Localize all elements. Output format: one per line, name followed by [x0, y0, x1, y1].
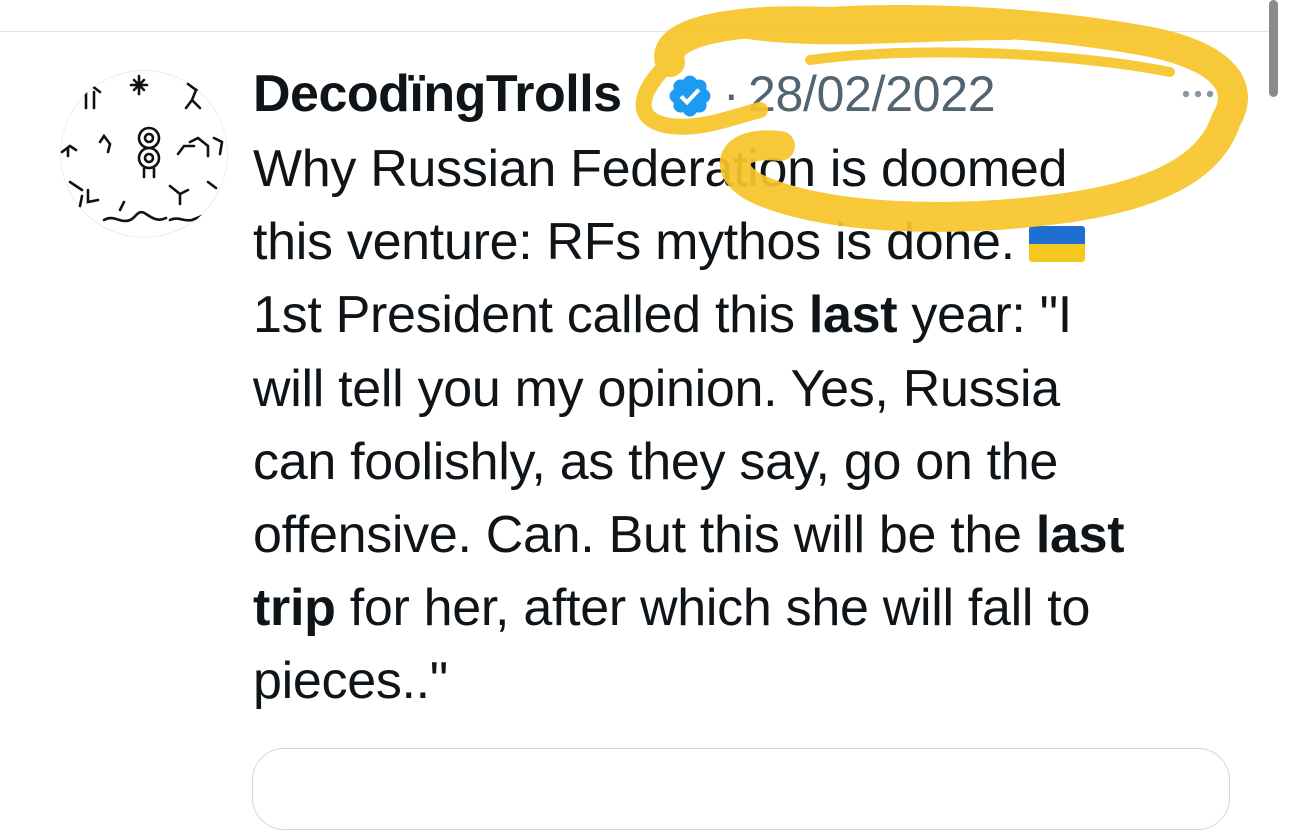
avatar-petroglyph-image: [60, 74, 224, 223]
text-segment: offensive. Can. But this will be the: [253, 505, 1036, 564]
tweet-text-line: trip for her, after which she will fall …: [253, 572, 1243, 645]
text-segment: for her, after which she will fall to: [335, 579, 1091, 638]
tweet-text-line: will tell you my opinion. Yes, Russia: [253, 353, 1243, 426]
avatar[interactable]: [60, 70, 228, 238]
header-separator: ·: [723, 66, 740, 122]
tweet-text-line: pieces..": [253, 645, 1243, 718]
tweet-text: Why Russian Federation is doomed this ve…: [253, 133, 1243, 719]
text-segment: pieces..": [253, 652, 448, 711]
text-segment: this venture: RFs mythos is done.: [253, 213, 1029, 272]
quoted-card-preview[interactable]: [252, 748, 1230, 830]
tweet-date[interactable]: 28/02/2022: [748, 62, 996, 126]
text-segment: Why Russian Federation is doomed: [253, 140, 1068, 198]
top-divider: [0, 31, 1270, 32]
scrollbar-thumb[interactable]: [1269, 0, 1278, 97]
bold-text: last: [808, 286, 898, 345]
tweet-text-line: 1st President called this last year: "I: [253, 279, 1243, 352]
ukraine-flag-emoji: [1028, 226, 1085, 263]
text-segment: can foolishly, as they say, go on the: [253, 432, 1059, 491]
bold-text: last: [1035, 505, 1125, 564]
verified-badge-icon[interactable]: [666, 72, 714, 120]
tweet-text-line: offensive. Can. But this will be the las…: [253, 499, 1243, 572]
author-display-name[interactable]: DecodïngTrolls: [253, 62, 622, 126]
text-segment: will tell you my opinion. Yes, Russia: [253, 359, 1060, 418]
more-options-icon[interactable]: [1180, 82, 1216, 106]
text-segment: year: "I: [897, 286, 1072, 345]
text-segment: 1st President called this: [253, 286, 809, 345]
bold-text: trip: [253, 579, 336, 638]
tweet-text-line: this venture: RFs mythos is done.: [253, 206, 1243, 279]
tweet-text-line: Why Russian Federation is doomed: [253, 133, 1243, 206]
tweet-text-line: can foolishly, as they say, go on the: [253, 426, 1243, 499]
